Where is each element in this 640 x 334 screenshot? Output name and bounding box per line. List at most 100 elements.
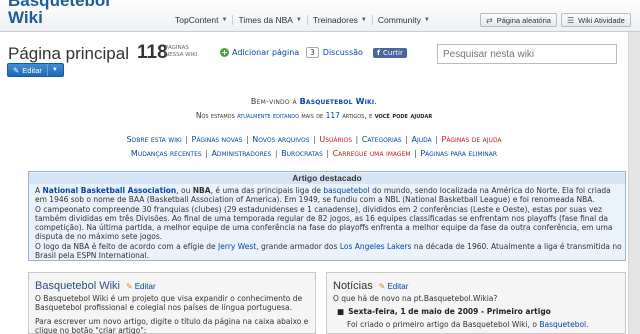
global-header: Basquetebol Wiki TopContent ▼ Times da NB… [0,0,640,32]
nav-treinadores[interactable]: Treinadores ▼ [308,15,373,25]
nba-short: NBA [192,186,211,195]
about-text-1: O Basquetebol Wiki é um projeto que visa… [35,294,303,312]
page-count: 118 [137,42,168,63]
plus-icon: + [220,48,229,57]
random-page-label: Página aleatória [496,15,551,25]
nav-community[interactable]: Community ▼ [373,15,435,25]
news-box-title: Notícias [333,280,373,292]
link-sobre[interactable]: Sobre esta wiki [126,135,181,144]
nav-label: Times da NBA [238,15,293,25]
link-paginas-ajuda[interactable]: Páginas de ajuda [442,135,502,144]
news-question: O que há de novo na pt.Basquetebol.Wikia… [333,294,498,303]
about-edit-button[interactable]: ✎ Editar [126,282,156,291]
link-administradores[interactable]: Administradores [211,149,271,158]
chevron-down-icon: ▼ [423,17,430,23]
about-box-title: Basquetebol Wiki [35,280,120,292]
pencil-icon: ✎ [126,282,133,291]
discussion-count-bubble: 3 [306,47,319,58]
chevron-down-icon: ▼ [221,17,228,23]
chevron-down-icon: ▼ [360,17,367,23]
jerry-west-link[interactable]: Jerry West [218,242,256,251]
link-burocratas[interactable]: Burocratas [281,149,323,158]
page-count-label: PÁGINAS NESSA WIKI [165,45,197,59]
link-eliminar[interactable]: Páginas para eliminar [420,149,497,158]
about-box: Basquetebol Wiki ✎ Editar O Basquetebol … [28,272,316,334]
discussion-label: Discussão [322,48,363,57]
pencil-icon: ✎ [378,282,386,291]
news-box: Notícias ✎ Editar O que há de novo na pt… [326,272,626,334]
like-label: Curtir [383,49,403,57]
featured-paragraph-2: O campeonato compreende 30 franquias (cl… [35,205,613,241]
news-item: Foi criado o primeiro artigo da Basquete… [327,316,625,329]
edit-label: Editar [387,282,409,291]
page-count-label-2: NESSA WIKI [165,52,198,58]
welcome-prefix: Bem-vindo à [250,97,297,106]
featured-title: Artigo destacado [29,173,625,184]
about-box-header: Basquetebol Wiki ✎ Editar [29,273,315,292]
wordmark-line-2: Wiki [8,8,43,27]
article-count-link[interactable]: 117 [326,111,340,120]
separator: | [411,149,420,158]
welcome-help: você pode ajudar [374,111,433,120]
separator: | [353,135,361,144]
featured-article: Artigo destacado A National Basketball A… [28,171,626,261]
news-box-header: Notícias ✎ Editar [327,273,625,292]
text: . [586,320,589,329]
wiki-wordmark[interactable]: Basquetebol Wiki [8,0,110,26]
wiki-activity-button[interactable]: ☰ Wiki Atividade [561,13,631,27]
welcome-text-b: mais de [301,111,324,120]
link-paginas-novas[interactable]: Páginas novas [192,135,243,144]
nav-label: Treinadores [312,15,358,25]
news-date-label: Sexta-feira, 1 de maio de 2009 - Primeir… [348,307,551,316]
text: , grande armador dos [256,242,338,251]
wiki-activity-label: Wiki Atividade [578,15,625,25]
separator: | [402,135,411,144]
basquetebol-link[interactable]: basquetebol [323,186,369,195]
edit-label: Editar [22,65,42,75]
editing-link[interactable]: atualmente editando [237,111,299,120]
link-mudancas[interactable]: Mudanças recentes [131,149,202,158]
add-page-button[interactable]: + Adicionar página [220,48,299,57]
text: O logo da NBA é feito de acordo com a ef… [35,242,216,251]
link-ajuda[interactable]: Ajuda [411,135,431,144]
separator: | [323,149,332,158]
search-input[interactable] [437,44,617,64]
random-page-button[interactable]: ⇄ Página aleatória [480,13,557,27]
edit-button[interactable]: ✎ Editar ▼ [7,63,64,77]
welcome-line-2: Nós estamos atualmente editando mais de … [0,111,628,120]
news-date: ■ Sexta-feira, 1 de maio de 2009 - Prime… [327,303,625,316]
pencil-icon: ✎ [13,65,20,75]
discussion-button[interactable]: 3 Discussão [306,47,363,58]
facebook-icon: f [377,49,381,57]
main-content: Bem-vindo à Basquetebol Wiki. Nós estamo… [0,79,628,334]
activity-icon: ☰ [567,15,575,25]
edit-main[interactable]: ✎ Editar [8,64,48,76]
separator: | [202,149,211,158]
link-carregue[interactable]: Carregue uma imagem [333,149,411,158]
nav-times-nba[interactable]: Times da NBA ▼ [233,15,308,25]
separator: | [310,135,319,144]
news-edit-button[interactable]: ✎ Editar [379,282,409,291]
basquetebol-article-link[interactable]: Basquetebol [539,320,586,329]
text: A [35,186,41,195]
shuffle-icon: ⇄ [486,15,493,25]
about-text-2: Para escrever um novo artigo, digite o t… [35,317,309,334]
nav-label: Community [377,15,421,25]
text: , é uma das principais liga de [210,186,321,195]
link-categorias[interactable]: Categorias [362,135,402,144]
nba-link[interactable]: National Basketball Association [43,186,177,195]
link-usuarios[interactable]: Usuários [319,135,352,144]
edit-label: Editar [134,282,156,291]
like-button[interactable]: f Curtir [373,48,407,58]
scrollbar[interactable] [628,32,640,334]
link-novos-arquivos[interactable]: Novos arquivos [252,135,309,144]
nav-topcontent[interactable]: TopContent ▼ [170,15,234,25]
welcome-line-1: Bem-vindo à Basquetebol Wiki. [0,97,628,106]
welcome-wiki-link[interactable]: Basquetebol Wiki [300,97,375,106]
page-count-label-1: PÁGINAS [165,45,189,51]
text: , ou [176,186,191,195]
wiki-nav: TopContent ▼ Times da NBA ▼ Treinadores ▼ C… [170,15,435,25]
lakers-link[interactable]: Los Angeles Lakers [340,242,412,251]
chevron-down-icon[interactable]: ▼ [48,67,62,73]
chevron-down-icon: ▼ [295,17,302,23]
